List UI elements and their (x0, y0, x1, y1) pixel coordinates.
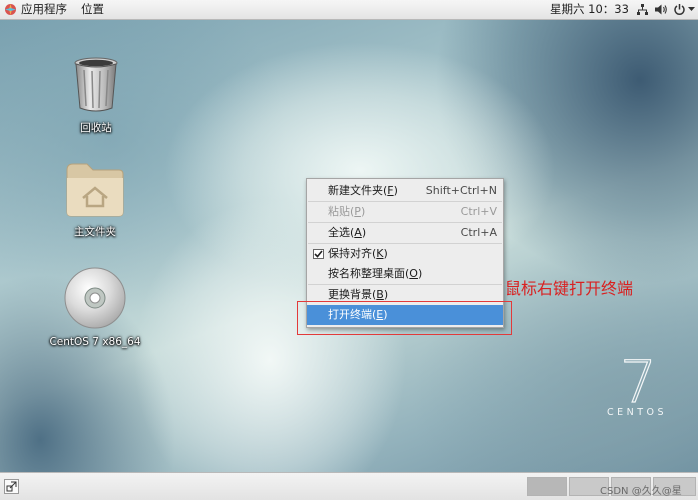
power-icon[interactable] (673, 3, 686, 16)
centos-logo-text: CENTOS (607, 407, 668, 418)
show-desktop-icon (6, 481, 17, 492)
home-folder-icon (66, 163, 124, 217)
centos-numeral: 7 (620, 350, 657, 406)
menu-item-paste[interactable]: 粘贴(P) Ctrl+V (307, 202, 503, 222)
watermark-text: CSDN @久久@星 (600, 486, 682, 497)
desktop-screen: 应用程序 位置 星期六 10：33 回收站 主文件夹 CentOS 7 x86_… (0, 0, 698, 500)
desktop-icon-home-folder[interactable]: 主文件夹 (45, 160, 145, 239)
top-panel: 应用程序 位置 星期六 10：33 (0, 0, 698, 20)
cdrom-label: CentOS 7 x86_64 (49, 336, 141, 348)
trash-icon (74, 57, 118, 112)
centos-logo-numeral: 7 (619, 350, 657, 406)
apps-icon[interactable] (4, 3, 17, 16)
volume-icon[interactable] (654, 3, 668, 16)
bottom-panel: CSDN @久久@星 (0, 472, 698, 500)
menu-item-select-all[interactable]: 全选(A) Ctrl+A (307, 223, 503, 243)
cdrom-icon (64, 267, 126, 329)
show-desktop-button[interactable] (4, 479, 19, 494)
menu-item-keep-aligned[interactable]: 保持对齐(K) (307, 244, 503, 264)
shortcut-new-folder: Shift+Ctrl+N (425, 184, 497, 197)
desktop-icon-cdrom[interactable]: CentOS 7 x86_64 (45, 266, 145, 348)
desktop-icon-trash[interactable]: 回收站 (46, 56, 146, 135)
checkmark-icon (313, 249, 324, 259)
menu-item-new-folder[interactable]: 新建文件夹(F) Shift+Ctrl+N (307, 181, 503, 201)
menu-item-arrange-by-name[interactable]: 按名称整理桌面(O) (307, 264, 503, 284)
applications-menu[interactable]: 应用程序 (21, 2, 67, 17)
annotation-highlight-box (297, 301, 512, 335)
places-menu[interactable]: 位置 (81, 2, 104, 17)
trash-label: 回收站 (80, 122, 112, 134)
workspace-1[interactable] (527, 477, 567, 496)
shortcut-paste: Ctrl+V (460, 205, 497, 218)
shortcut-select-all: Ctrl+A (460, 226, 497, 239)
chevron-down-icon[interactable] (688, 6, 695, 12)
clock[interactable]: 星期六 10：33 (550, 2, 629, 17)
network-icon[interactable] (636, 3, 649, 16)
home-folder-label: 主文件夹 (74, 226, 116, 238)
annotation-text: 鼠标右键打开终端 (505, 279, 634, 298)
